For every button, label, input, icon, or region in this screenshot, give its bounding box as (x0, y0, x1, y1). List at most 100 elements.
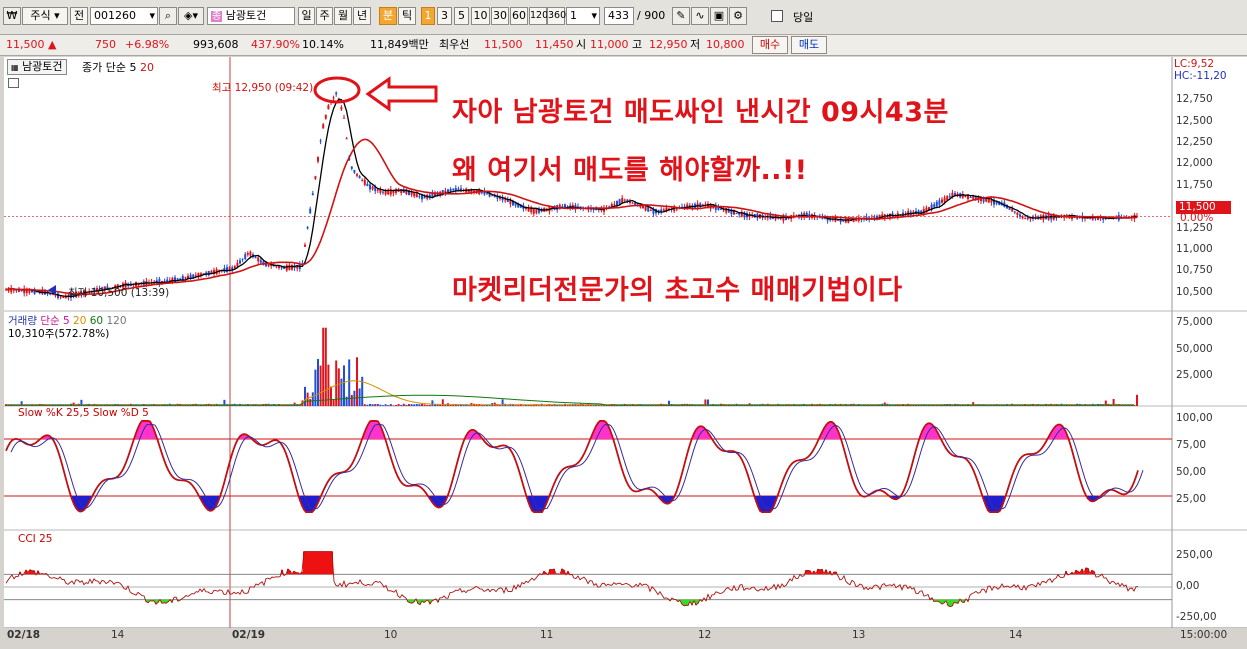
stoch-y-tick: 75,00 (1176, 439, 1207, 451)
price-candle (649, 210, 652, 212)
lc-label: LC:9,52 (1174, 58, 1215, 70)
price-candle (317, 157, 319, 162)
price-panel-tab-label: 남광토건 (22, 60, 63, 73)
change-value: 750 (95, 38, 116, 51)
count-input[interactable]: 433 (604, 7, 634, 25)
market-prefix-button[interactable]: 전 (70, 7, 88, 25)
search-icon[interactable]: ⌕ (159, 7, 177, 25)
grid-toggle-icon[interactable] (8, 78, 19, 88)
x-axis-label: 13 (852, 629, 866, 641)
period-tick-tab[interactable]: 틱 (398, 7, 416, 25)
volume-bar (421, 403, 423, 406)
stock-dropdown-icon[interactable]: ◈▾ (178, 7, 204, 25)
minute-5-button[interactable]: 5 (454, 7, 469, 25)
price-candle (946, 196, 949, 201)
volume-ma20-line (6, 380, 1134, 406)
price-candle (486, 193, 488, 195)
volume-bar (514, 405, 517, 406)
volume-bar (337, 368, 340, 406)
price-ma-legend: 종가 단순 5 20 (82, 59, 154, 75)
price-y-tick: 11,000 (1176, 243, 1213, 255)
volume-bar (395, 404, 397, 406)
tool-icon[interactable]: ✎ (672, 7, 690, 25)
price-candle (621, 197, 624, 203)
chart-area[interactable] (4, 57, 1247, 628)
volume-bar (408, 404, 410, 406)
volume-bar (423, 404, 426, 406)
stock-badge: 종 (211, 11, 223, 22)
volume-bar (506, 405, 509, 406)
volume-bar (499, 405, 501, 406)
toolbar: ₩ 주식 ▾ 전 001260 ▾ ⌕ ◈▾ 종 남광토건 일 주 월 년 분 틱… (0, 0, 1247, 35)
today-checkbox-label: 당일 (793, 11, 814, 24)
count-max-label: / 900 (637, 9, 666, 22)
price-candle (184, 277, 187, 279)
period-day-tab[interactable]: 일 (298, 7, 315, 25)
high-price: 12,950 (649, 38, 688, 51)
stock-name-label: 남광토건 (225, 9, 267, 22)
volume-bar (332, 399, 335, 406)
slow-k-line (5, 420, 1139, 514)
highlight-ellipse (313, 76, 361, 104)
period-year-tab[interactable]: 년 (353, 7, 371, 25)
period-week-tab[interactable]: 주 (316, 7, 333, 25)
best-ask: 11,500 (484, 38, 523, 51)
price-candle (943, 197, 946, 202)
volume-y-tick: 50,000 (1176, 343, 1213, 355)
price-candle (987, 198, 990, 203)
high-label: 고 (632, 38, 643, 51)
minute-360-button[interactable]: 360 (547, 7, 566, 25)
pointer-arrow-icon (365, 76, 438, 112)
stock-code-input[interactable]: 001260 ▾ (90, 7, 158, 25)
volume-bar (426, 405, 429, 406)
cci-y-tick: -250,00 (1176, 611, 1217, 623)
save-icon[interactable]: ▣ (710, 7, 728, 25)
price-candle (345, 138, 348, 140)
minute-30-button[interactable]: 30 (491, 7, 509, 25)
minute-1-button[interactable]: 1 (421, 7, 435, 25)
settings-gear-icon[interactable]: ⚙ (729, 7, 747, 25)
period-minute-tab[interactable]: 분 (379, 7, 397, 25)
price-panel-tab[interactable]: ▦ 남광토건 (7, 59, 67, 75)
price-candle (353, 170, 356, 173)
x-axis-label: 10 (384, 629, 398, 641)
price-candle (244, 254, 247, 259)
volume-bar (410, 404, 413, 406)
volume-bar (439, 404, 442, 406)
best-bid: 11,450 (535, 38, 574, 51)
today-checkbox[interactable] (771, 10, 783, 22)
price-candle (480, 192, 483, 194)
chart-type-icon[interactable]: ₩ (3, 7, 21, 25)
sell-button[interactable]: 매도 (791, 36, 827, 54)
price-candle (1026, 217, 1029, 220)
indicator-icon[interactable]: ∿ (691, 7, 709, 25)
volume-bar (322, 327, 325, 406)
price-candle (335, 92, 338, 95)
period-month-tab[interactable]: 월 (334, 7, 352, 25)
minute-10-button[interactable]: 10 (471, 7, 490, 25)
minute-input[interactable]: 1 ▾ (566, 7, 600, 25)
buy-button[interactable]: 매수 (752, 36, 788, 54)
price-candle (20, 290, 23, 292)
minute-120-button[interactable]: 120 (529, 7, 548, 25)
price-candle (504, 199, 507, 201)
price-candle (532, 208, 535, 214)
market-select[interactable]: 주식 ▾ (22, 7, 68, 25)
price-candle (969, 197, 972, 199)
volume-bar (371, 404, 374, 406)
annotation-line-1: 자아 남광토건 매도싸인 낸시간 09시43분 (452, 97, 949, 128)
volume-value-note: 10,310주(572.78%) (8, 328, 110, 340)
open-label: 시 (576, 38, 587, 51)
minute-60-button[interactable]: 60 (510, 7, 528, 25)
price-candle (1013, 211, 1016, 213)
high-price-note: 최고 12,950 (09:42) (212, 82, 314, 94)
volume-bar (311, 392, 314, 406)
price-candle (59, 296, 62, 298)
stock-name-field[interactable]: 종 남광토건 (207, 7, 295, 25)
price-candle (311, 193, 314, 196)
volume-bar (379, 404, 382, 406)
volume-y-tick: 25,000 (1176, 369, 1213, 381)
minute-3-button[interactable]: 3 (437, 7, 452, 25)
volume-bar (522, 405, 525, 406)
volume-bar (405, 404, 408, 406)
